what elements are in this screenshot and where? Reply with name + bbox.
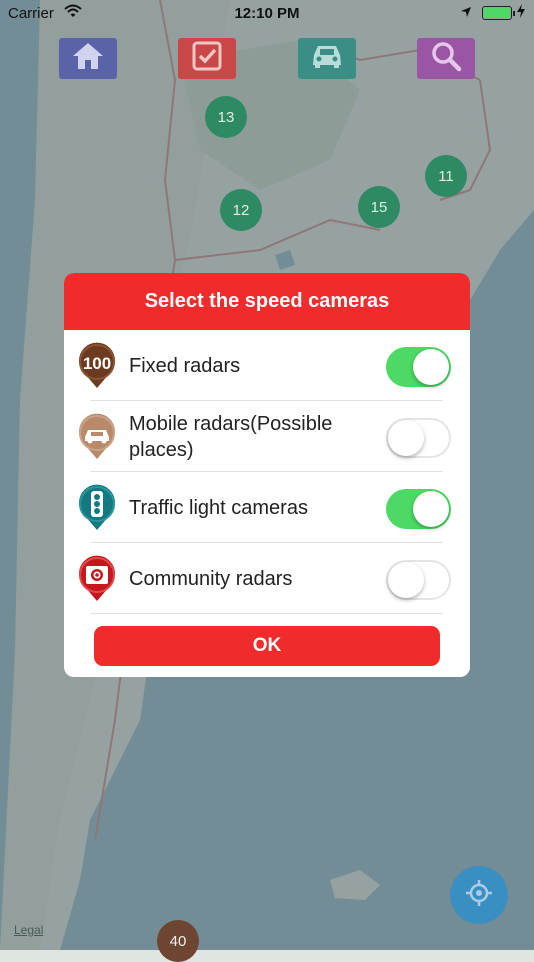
svg-text:100: 100 [83,354,111,373]
ok-button-label: OK [252,635,282,656]
ok-button[interactable]: OK [94,626,440,666]
cluster-count: 15 [370,198,388,216]
traffic-light-toggle[interactable] [386,489,451,529]
car-button[interactable] [298,38,356,79]
community-camera-icon [76,555,118,608]
item-label: Community radars [129,567,293,590]
list-item-traffic-light-cameras[interactable]: Traffic light cameras [64,472,470,543]
map-cluster[interactable]: 11 [425,155,467,197]
dialog-header: Select the speed cameras [64,273,470,330]
search-button[interactable] [417,38,475,79]
location-arrow-icon [460,5,472,22]
speed-camera-dialog: Select the speed cameras 100 Fixed radar… [64,273,470,677]
item-label: Fixed radars [129,354,241,377]
speed-limit-100-icon: 100 [76,342,118,395]
item-label: Mobile radars(Possible places) [129,412,333,461]
clock: 12:10 PM [234,5,300,22]
cluster-count: 13 [217,108,235,126]
map-cluster[interactable]: 13 [205,96,247,138]
map-cluster[interactable]: 12 [220,189,262,231]
checklist-icon [192,41,222,76]
legal-link[interactable]: Legal [14,923,43,937]
cluster-count: 11 [438,167,454,185]
community-radars-toggle[interactable] [386,560,451,600]
list-item-mobile-radars[interactable]: Mobile radars(Possible places) [64,401,470,472]
item-label: Traffic light cameras [129,496,308,519]
mobile-radars-toggle[interactable] [386,418,451,458]
locate-button[interactable] [450,866,508,924]
mobile-car-icon [76,413,118,466]
cluster-count: 40 [169,932,187,950]
list-item-fixed-radars[interactable]: 100 Fixed radars [64,330,470,401]
search-icon [430,40,462,77]
car-icon [310,43,344,74]
charging-bolt-icon [517,4,525,21]
list-item-community-radars[interactable]: Community radars [64,543,470,614]
divider [91,613,443,614]
map-cluster[interactable]: 15 [358,186,400,228]
traffic-light-icon [76,484,118,537]
home-icon [71,41,105,76]
dialog-title: Select the speed cameras [144,290,390,312]
battery-icon [482,6,515,20]
checklist-button[interactable] [178,38,236,79]
map-radar-marker[interactable]: 40 [157,920,199,962]
cluster-count: 12 [232,201,250,219]
home-button[interactable] [59,38,117,79]
fixed-radars-toggle[interactable] [386,347,451,387]
crosshair-icon [464,878,494,913]
status-bar: Carrier 12:10 PM [0,0,534,28]
